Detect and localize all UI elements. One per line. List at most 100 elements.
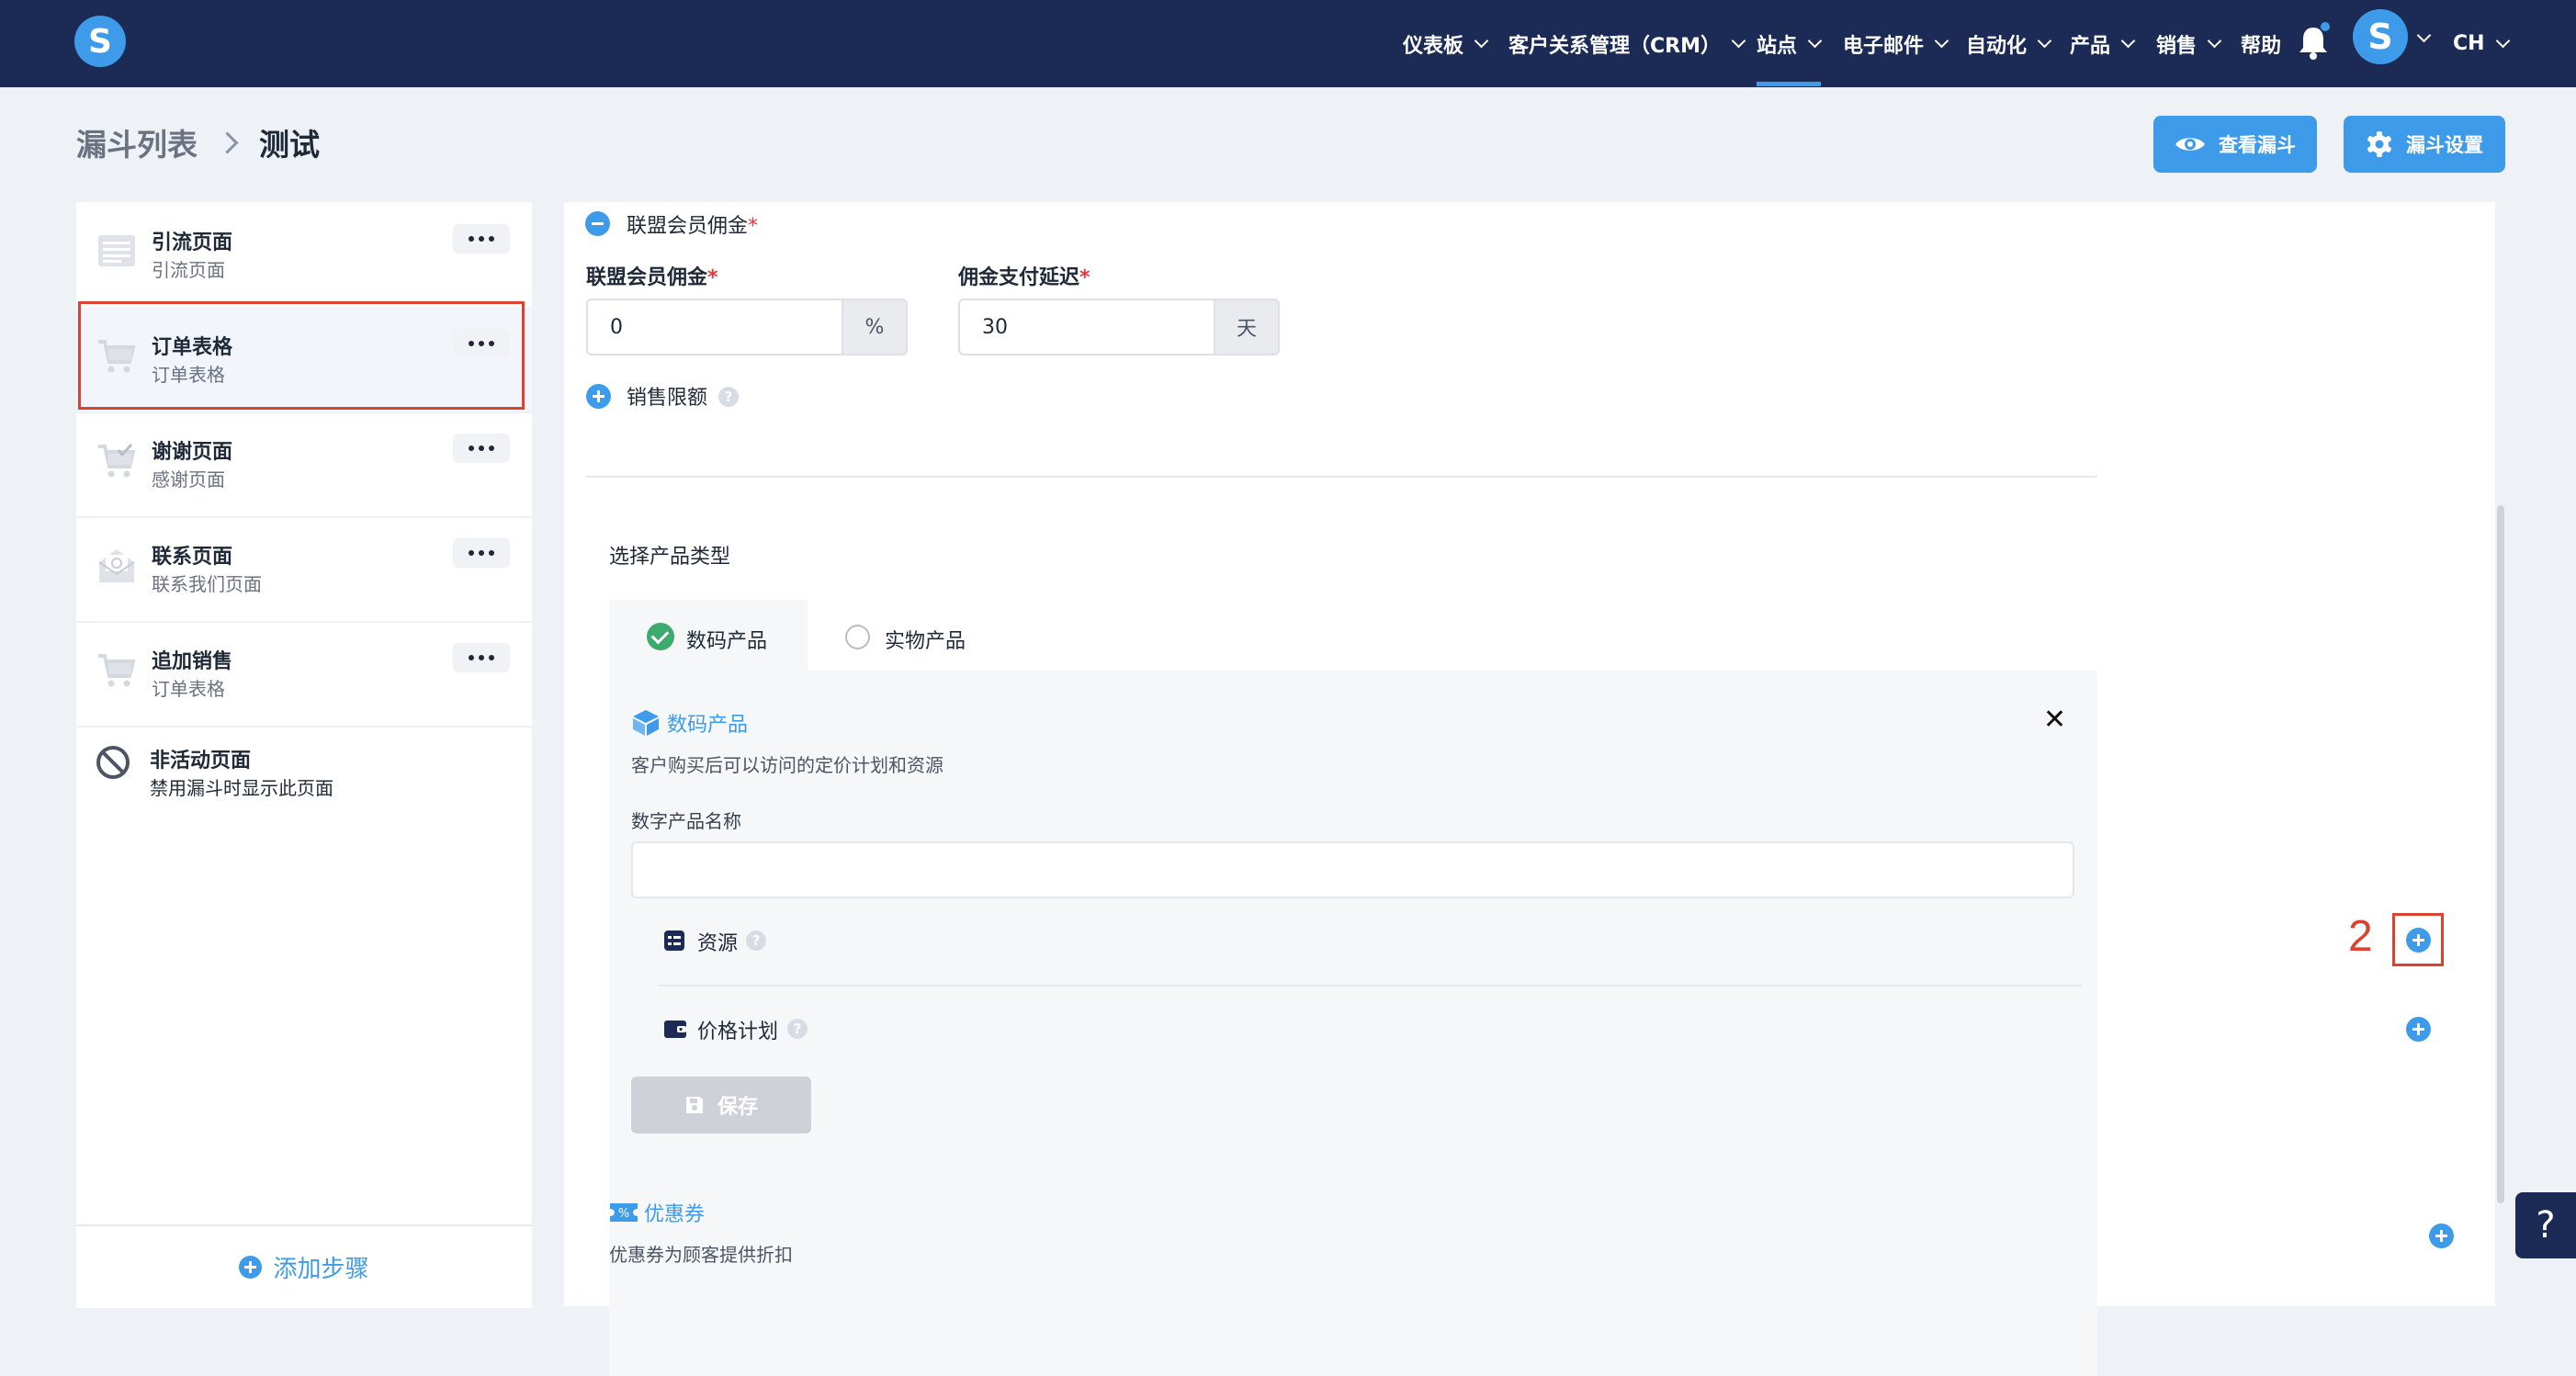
nav-label: 客户关系管理（CRM）: [1508, 34, 1721, 58]
step-title: 谢谢页面: [152, 441, 233, 464]
language-label: CH: [2453, 32, 2485, 55]
chevron-down-icon: [1807, 33, 1823, 49]
wallet-icon: [664, 1021, 686, 1038]
more-options-button[interactable]: [453, 538, 510, 568]
breadcrumb-parent-link[interactable]: 漏斗列表: [76, 120, 198, 164]
cart-check-icon: [98, 443, 136, 478]
nav-label: 帮助: [2241, 34, 2282, 58]
view-funnel-label: 查看漏斗: [2219, 134, 2296, 156]
nav-automation[interactable]: 自动化: [1966, 0, 2052, 87]
commission-delay-label: 佣金支付延迟*: [958, 266, 1090, 289]
nav-email[interactable]: 电子邮件: [1843, 0, 1949, 87]
more-options-button[interactable]: [453, 643, 510, 672]
radio-physical-product[interactable]: [845, 625, 870, 649]
save-label: 保存: [717, 1096, 758, 1119]
nav-help[interactable]: 帮助: [2241, 0, 2281, 87]
more-options-button[interactable]: [453, 434, 510, 463]
nav-dashboard[interactable]: 仪表板: [1403, 0, 1489, 87]
step-upsell[interactable]: 追加销售 订单表格: [76, 621, 532, 727]
box-icon: [633, 710, 659, 736]
sales-limit-label: 销售限额: [627, 387, 708, 410]
mail-icon: [98, 549, 135, 582]
tab-label[interactable]: 实物产品: [885, 625, 966, 654]
nav-label: 产品: [2070, 34, 2111, 58]
commission-label: 联盟会员佣金*: [586, 266, 718, 289]
ban-icon: [96, 746, 130, 779]
nav-sites[interactable]: 站点: [1757, 0, 1823, 87]
floppy-disk-icon: [685, 1097, 703, 1113]
chevron-down-icon: [2037, 33, 2052, 49]
step-settings-panel: 联盟会员佣金* 联盟会员佣金* 0 % 佣金支付延迟* 30 天 销售限额 ? …: [564, 202, 2495, 1376]
step-contact-page[interactable]: 联系页面 联系我们页面: [76, 516, 532, 623]
days-addon: 天: [1215, 299, 1280, 355]
resources-divider: [658, 985, 2082, 987]
step-title: 引流页面: [152, 231, 233, 254]
add-step-button[interactable]: 添加步骤: [76, 1224, 532, 1308]
product-name-label: 数字产品名称: [631, 810, 741, 832]
collapse-affiliate-icon[interactable]: [585, 211, 610, 236]
chevron-down-icon: [2495, 33, 2510, 49]
app-logo[interactable]: S: [74, 16, 126, 67]
commission-input[interactable]: 0: [586, 299, 843, 355]
nav-label: 电子邮件: [1843, 34, 1925, 58]
section-divider: [586, 476, 2097, 478]
top-navbar: S 仪表板 客户关系管理（CRM） 站点 电子邮件 自动化 产品 销售 帮助 S…: [0, 0, 2576, 87]
help-icon[interactable]: ?: [787, 1019, 808, 1039]
nav-label: 仪表板: [1403, 34, 1464, 58]
help-icon[interactable]: ?: [746, 930, 766, 951]
add-resource-button[interactable]: [2406, 928, 2431, 953]
chevron-down-icon: [2207, 33, 2222, 49]
language-selector[interactable]: CH: [2453, 0, 2510, 87]
coupon-icon: %: [610, 1203, 638, 1222]
product-type-label: 选择产品类型: [609, 546, 731, 569]
step-subtitle: 感谢页面: [152, 468, 225, 491]
nav-crm[interactable]: 客户关系管理（CRM）: [1508, 0, 1746, 87]
chevron-down-icon[interactable]: [2416, 28, 2432, 43]
scrollbar-thumb[interactable]: [2497, 505, 2504, 1203]
more-options-button[interactable]: [453, 224, 510, 254]
add-coupon-button[interactable]: [2429, 1224, 2454, 1248]
step-subtitle: 引流页面: [152, 259, 225, 281]
step-inactive-page[interactable]: 非活动页面 禁用漏斗时显示此页面: [76, 726, 532, 830]
resources-label: 资源: [697, 932, 739, 955]
product-name-input[interactable]: [631, 841, 2074, 898]
step-landing-page[interactable]: 引流页面 引流页面: [76, 202, 532, 309]
nav-label: 自动化: [1966, 34, 2028, 58]
price-plans-label: 价格计划: [697, 1021, 779, 1043]
commission-delay-input[interactable]: 30: [958, 299, 1215, 355]
resource-list-icon: [664, 930, 684, 951]
nav-active-indicator: [1757, 82, 1821, 86]
selected-step-highlight: [78, 301, 525, 410]
breadcrumb: 漏斗列表 测试: [76, 120, 320, 164]
add-step-label: 添加步骤: [273, 1256, 369, 1283]
step-title: 追加销售: [152, 650, 233, 673]
view-funnel-button[interactable]: 查看漏斗: [2153, 116, 2317, 173]
notification-dot: [2321, 22, 2330, 31]
digital-product-description: 客户购买后可以访问的定价计划和资源: [631, 754, 943, 776]
close-icon[interactable]: ✕: [2043, 704, 2066, 736]
chevron-down-icon: [2120, 33, 2136, 49]
tab-label: 数码产品: [686, 630, 768, 653]
help-icon[interactable]: ?: [718, 387, 739, 407]
nav-sales[interactable]: 销售: [2156, 0, 2222, 87]
funnel-settings-button[interactable]: 漏斗设置: [2344, 116, 2505, 173]
nav-products[interactable]: 产品: [2070, 0, 2136, 87]
chevron-down-icon: [1474, 33, 1489, 49]
page-icon: [98, 235, 135, 266]
add-price-plan-button[interactable]: [2406, 1017, 2431, 1042]
svg-text:%: %: [618, 1207, 629, 1221]
step-thank-you-page[interactable]: 谢谢页面 感谢页面: [76, 412, 532, 518]
check-circle-icon: [647, 623, 674, 650]
help-button[interactable]: ?: [2515, 1192, 2576, 1258]
user-avatar[interactable]: S: [2353, 9, 2408, 64]
gear-icon: [2367, 131, 2391, 157]
affiliate-section-label: 联盟会员佣金*: [627, 215, 759, 238]
step-title: 非活动页面: [150, 750, 252, 773]
save-button[interactable]: 保存: [631, 1077, 811, 1134]
coupon-title: 优惠券: [644, 1203, 706, 1226]
expand-sales-limit-icon[interactable]: [586, 384, 611, 409]
nav-label: 站点: [1757, 34, 1798, 58]
chevron-right-icon: [216, 130, 239, 154]
nav-label: 销售: [2156, 34, 2198, 58]
annotation-number: 2: [2348, 912, 2373, 961]
